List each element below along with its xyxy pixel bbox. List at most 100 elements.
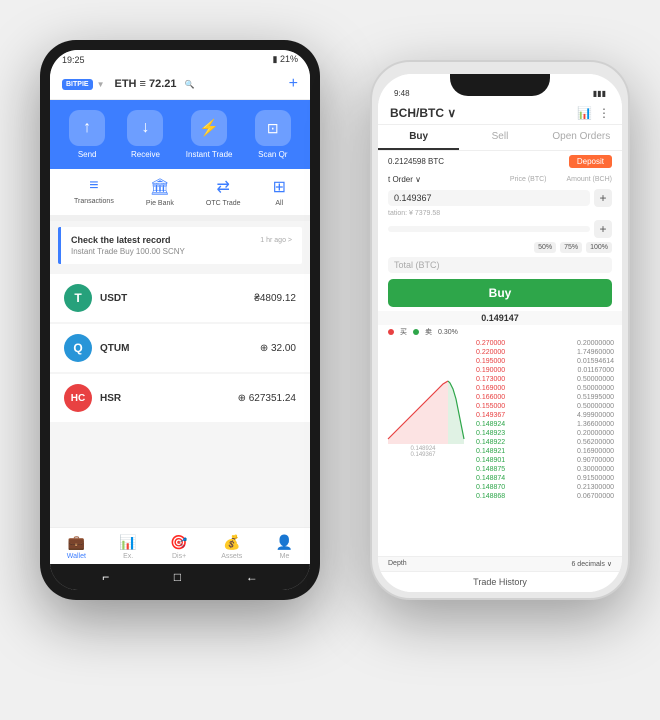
- order-row-buy-5: 0.148901 0.90700000: [472, 456, 618, 465]
- sell-price-6: 0.169000: [476, 385, 505, 392]
- buy-vol-6: 0.30000000: [577, 466, 614, 473]
- buy-price-1: 0.148924: [476, 421, 505, 428]
- total-input-field[interactable]: Total (BTC): [388, 257, 612, 273]
- order-type-dropdown[interactable]: t Order ∨: [388, 175, 421, 184]
- amount-input-field[interactable]: [388, 226, 590, 232]
- price-plus-button[interactable]: +: [594, 189, 612, 207]
- order-row-sell-4: 0.190000 0.01167000: [472, 366, 618, 375]
- eth-balance: ETH ≡ 72.21: [114, 78, 176, 90]
- order-row-sell-8: 0.155000 0.50000000: [472, 402, 618, 411]
- otc-trade-button[interactable]: ⇄ OTC Trade: [206, 177, 241, 207]
- add-button[interactable]: +: [289, 75, 298, 93]
- tab-open-orders[interactable]: Open Orders: [541, 125, 622, 150]
- sell-vol-6: 0.50000000: [577, 385, 614, 392]
- ex-label: Ex.: [123, 553, 133, 560]
- amount-header: Amount (BCH): [566, 176, 612, 183]
- instant-trade-button[interactable]: ⚡ Instant Trade: [186, 110, 233, 159]
- buy-price-8: 0.148870: [476, 484, 505, 491]
- trading-pair[interactable]: BCH/BTC ∨: [390, 106, 456, 120]
- qtum-amount: ⊕ 32.00: [260, 343, 296, 354]
- hsr-amount: ⊕ 627351.24: [238, 393, 296, 404]
- asset-item-hsr[interactable]: HC HSR ⊕ 627351.24: [50, 374, 310, 422]
- sell-price-8: 0.155000: [476, 403, 505, 410]
- send-button[interactable]: ↑ Send: [69, 110, 105, 159]
- instant-trade-icon: ⚡: [191, 110, 227, 146]
- nav-me[interactable]: 👤 Me: [276, 534, 293, 560]
- buy-price-6: 0.148875: [476, 466, 505, 473]
- pie-bank-button[interactable]: 🏛 Pie Bank: [146, 177, 174, 207]
- nav-discover[interactable]: 🎯 Dis+: [170, 534, 187, 560]
- white-buttons-row: ≡ Transactions 🏛 Pie Bank ⇄ OTC Trade ⊞ …: [58, 177, 302, 207]
- qtum-icon: Q: [64, 334, 92, 362]
- deposit-button[interactable]: Deposit: [569, 155, 612, 168]
- scan-qr-label: Scan Qr: [258, 150, 287, 159]
- order-row-buy-1: 0.148924 1.36600000: [472, 420, 618, 429]
- buy-vol-2: 0.20000000: [577, 430, 614, 437]
- estimation-text: tation: ¥ 7379.58: [388, 210, 440, 217]
- hsr-icon: HC: [64, 384, 92, 412]
- receive-button[interactable]: ↓ Receive: [127, 110, 163, 159]
- search-icon[interactable]: 🔍: [185, 80, 195, 89]
- home-icon[interactable]: □: [174, 570, 181, 584]
- asset-item-usdt[interactable]: T USDT ₴4809.12: [50, 274, 310, 322]
- tab-sell[interactable]: Sell: [459, 125, 540, 150]
- record-header: Check the latest record 1 hr ago >: [71, 235, 292, 245]
- transactions-button[interactable]: ≡ Transactions: [74, 177, 114, 207]
- more-icon[interactable]: ⋮: [598, 106, 610, 120]
- pct-50-button[interactable]: 50%: [534, 242, 556, 253]
- secondary-actions: ≡ Transactions 🏛 Pie Bank ⇄ OTC Trade ⊞ …: [50, 169, 310, 221]
- all-button[interactable]: ⊞ All: [273, 177, 286, 207]
- usdt-name: USDT: [100, 293, 127, 304]
- instant-trade-label: Instant Trade: [186, 150, 233, 159]
- price-header: Price (BTC): [510, 176, 547, 183]
- buy-vol-8: 0.21300000: [577, 484, 614, 491]
- back-icon[interactable]: ←: [246, 570, 258, 584]
- record-time: 1 hr ago >: [260, 237, 292, 244]
- iphone-time: 9:48: [394, 89, 410, 98]
- nav-assets[interactable]: 💰 Assets: [221, 534, 242, 560]
- tab-buy[interactable]: Buy: [378, 125, 459, 150]
- android-screen: 19:25 ▮ 21% BITPIE ▼ ETH ≡ 72.21 🔍 + ↑ S…: [50, 50, 310, 590]
- pie-bank-label: Pie Bank: [146, 200, 174, 207]
- dropdown-icon: ▼: [97, 80, 105, 89]
- price-value: 0.149367: [394, 193, 432, 203]
- deposit-bar: 0.2124598 BTC Deposit: [378, 151, 622, 172]
- record-title: Check the latest record: [71, 235, 171, 245]
- order-row-sell-9: 0.149367 4.99900000: [472, 411, 618, 420]
- back-recent-icon[interactable]: ⌐: [102, 570, 109, 584]
- order-row-sell-5: 0.173000 0.50000000: [472, 375, 618, 384]
- asset-left-usdt: T USDT: [64, 284, 127, 312]
- nav-ex[interactable]: 📊 Ex.: [119, 534, 136, 560]
- buy-vol-5: 0.90700000: [577, 457, 614, 464]
- wallet-label: Wallet: [67, 553, 86, 560]
- nav-wallet[interactable]: 💼 Wallet: [67, 534, 86, 560]
- buy-vol-3: 0.56200000: [577, 439, 614, 446]
- order-column-headers: Price (BTC) Amount (BCH): [510, 176, 612, 183]
- chart-icon[interactable]: 📊: [577, 106, 592, 120]
- sell-price-7: 0.166000: [476, 394, 505, 401]
- buy-price-7: 0.148874: [476, 475, 505, 482]
- transactions-icon: ≡: [89, 177, 98, 195]
- depth-row: Depth 6 decimals ∨: [378, 556, 622, 571]
- otc-trade-label: OTC Trade: [206, 200, 241, 207]
- android-phone: 19:25 ▮ 21% BITPIE ▼ ETH ≡ 72.21 🔍 + ↑ S…: [40, 40, 320, 600]
- qtum-name: QTUM: [100, 343, 129, 354]
- chart-x-label-right: 0.149367: [378, 452, 468, 458]
- sell-vol-1: 0.20000000: [577, 340, 614, 347]
- pct-100-button[interactable]: 100%: [586, 242, 612, 253]
- pct-75-button[interactable]: 75%: [560, 242, 582, 253]
- wallet-icon: 💼: [68, 534, 85, 551]
- asset-item-qtum[interactable]: Q QTUM ⊕ 32.00: [50, 324, 310, 372]
- otc-trade-icon: ⇄: [217, 177, 230, 197]
- scan-qr-button[interactable]: ⊡ Scan Qr: [255, 110, 291, 159]
- order-row-buy-9: 0.148868 0.06700000: [472, 492, 618, 501]
- trade-history-button[interactable]: Trade History: [378, 571, 622, 592]
- scan-qr-icon: ⊡: [255, 110, 291, 146]
- depth-label: Depth: [388, 560, 407, 568]
- price-input-field[interactable]: 0.149367: [388, 190, 590, 206]
- blue-buttons-row: ↑ Send ↓ Receive ⚡ Instant Trade ⊡ Scan …: [58, 110, 302, 159]
- depth-decimals[interactable]: 6 decimals ∨: [571, 560, 612, 568]
- amount-plus-button[interactable]: +: [594, 220, 612, 238]
- buy-button[interactable]: Buy: [388, 279, 612, 307]
- bitpie-logo[interactable]: BITPIE: [62, 79, 93, 90]
